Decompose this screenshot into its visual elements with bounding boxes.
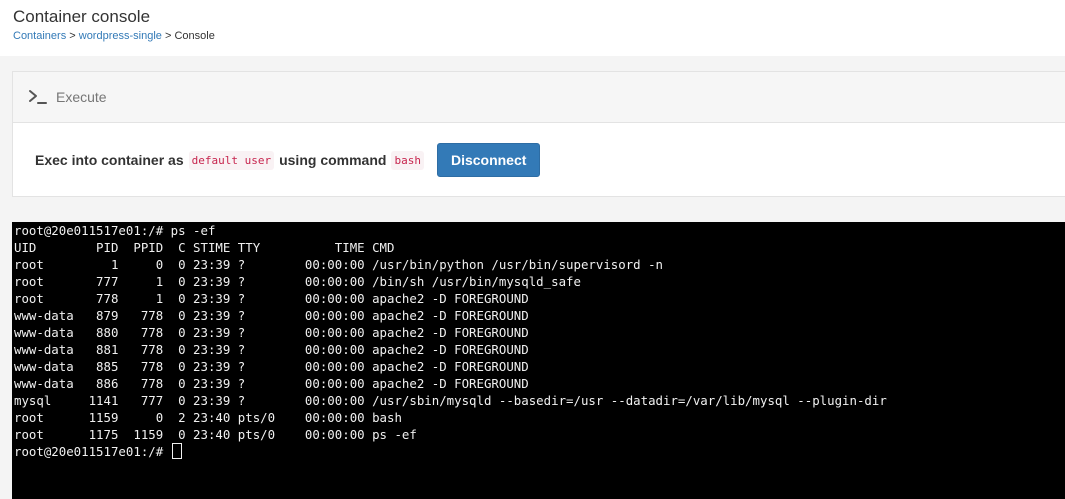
terminal-line: www-data 880 778 0 23:39 ? 00:00:00 apac… — [14, 325, 529, 340]
breadcrumb-separator: > — [66, 30, 79, 42]
disconnect-button[interactable]: Disconnect — [436, 143, 541, 177]
breadcrumb-containers-link[interactable]: Containers — [13, 30, 66, 42]
panel-heading: Execute — [13, 72, 1065, 123]
terminal-cursor — [171, 443, 182, 459]
terminal-output: root@20e011517e01:/# ps -ef UID PID PPID… — [14, 222, 887, 460]
terminal-line: www-data 879 778 0 23:39 ? 00:00:00 apac… — [14, 308, 529, 323]
exec-row: Exec into container as default user usin… — [35, 143, 541, 177]
terminal-line: root 1 0 0 23:39 ? 00:00:00 /usr/bin/pyt… — [14, 257, 664, 272]
terminal-line: root 1175 1159 0 23:40 pts/0 00:00:00 ps… — [14, 427, 417, 442]
terminal-line: root 777 1 0 23:39 ? 00:00:00 /bin/sh /u… — [14, 274, 581, 289]
terminal-line: root 1159 0 2 23:40 pts/0 00:00:00 bash — [14, 410, 402, 425]
breadcrumb: Containers > wordpress-single > Console — [13, 30, 215, 42]
breadcrumb-current: Console — [174, 30, 215, 42]
terminal-line: root 778 1 0 23:39 ? 00:00:00 apache2 -D… — [14, 291, 529, 306]
exec-middle-text: using command — [279, 152, 387, 168]
user-chip: default user — [188, 150, 275, 170]
terminal-prompt-line[interactable]: root@20e011517e01:/# — [14, 443, 887, 460]
command-chip: bash — [391, 150, 424, 170]
terminal-line: root@20e011517e01:/# ps -ef — [14, 223, 216, 238]
breadcrumb-container-link[interactable]: wordpress-single — [79, 30, 162, 42]
page-header: Container console Containers > wordpress… — [0, 0, 1065, 56]
exec-prefix-text: Exec into container as — [35, 152, 184, 168]
terminal-line: UID PID PPID C STIME TTY TIME CMD — [14, 240, 395, 255]
terminal-line: mysql 1141 777 0 23:39 ? 00:00:00 /usr/s… — [14, 393, 887, 408]
panel-title: Execute — [56, 89, 107, 105]
terminal-prompt: root@20e011517e01:/# — [14, 444, 171, 459]
terminal-console[interactable]: root@20e011517e01:/# ps -ef UID PID PPID… — [12, 222, 1065, 499]
page-title: Container console — [13, 7, 151, 26]
terminal-line: www-data 886 778 0 23:39 ? 00:00:00 apac… — [14, 376, 529, 391]
execute-panel: Execute Exec into container as default u… — [12, 71, 1065, 197]
terminal-line: www-data 885 778 0 23:39 ? 00:00:00 apac… — [14, 359, 529, 374]
terminal-icon — [29, 90, 47, 104]
breadcrumb-separator: > — [161, 30, 175, 42]
terminal-line: www-data 881 778 0 23:39 ? 00:00:00 apac… — [14, 342, 529, 357]
